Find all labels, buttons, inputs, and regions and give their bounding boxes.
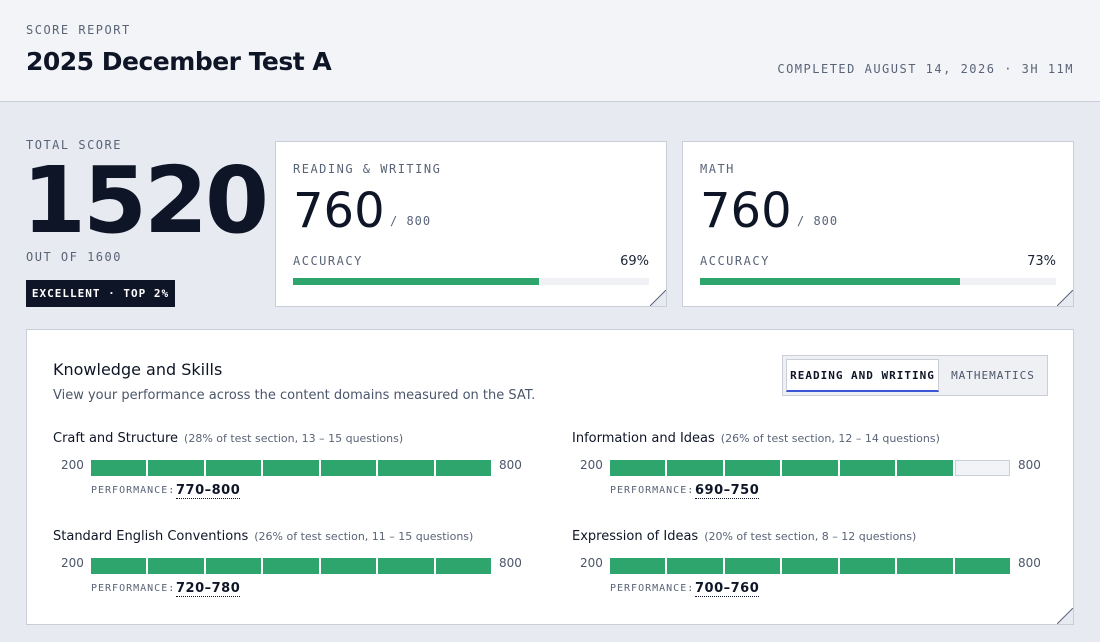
domain-meta: (26% of test section, 11 – 15 questions) — [254, 530, 474, 543]
tab-reading-writing[interactable]: READING AND WRITING — [786, 359, 939, 392]
performance-segment — [148, 558, 204, 574]
scale-max: 800 — [1018, 556, 1041, 570]
performance-segment — [263, 558, 319, 574]
accuracy-value: 73% — [1027, 254, 1056, 269]
performance-range[interactable]: 770–800 — [176, 483, 241, 499]
performance-segment — [839, 460, 896, 476]
performance-label: PERFORMANCE: — [91, 485, 176, 496]
performance-segment — [897, 558, 953, 574]
section-max: / 800 — [390, 214, 432, 228]
performance-range[interactable]: 720–780 — [176, 581, 241, 597]
performance-label: PERFORMANCE: — [610, 583, 695, 594]
scale-max: 800 — [1018, 458, 1041, 472]
accuracy-label: ACCURACY — [293, 254, 363, 268]
accuracy-bar — [700, 278, 1056, 285]
section-label: MATH — [700, 162, 735, 176]
domain-craft-structure: Craft and Structure (28% of test section,… — [53, 431, 522, 511]
performance-segment — [148, 460, 204, 476]
performance-segment — [954, 460, 1010, 476]
domain-meta: (28% of test section, 13 – 15 questions) — [184, 432, 404, 445]
corner-fold-icon — [1057, 608, 1073, 624]
domain-performance-bar — [610, 558, 1010, 574]
accuracy-bar-fill — [700, 278, 960, 285]
performance-segment — [724, 460, 781, 476]
performance-segment — [667, 460, 723, 476]
domain-standard-english: Standard English Conventions (26% of test… — [53, 529, 522, 609]
test-title: 2025 December Test A — [26, 47, 332, 76]
domain-performance-bar — [91, 558, 491, 574]
performance-range[interactable]: 690–750 — [695, 483, 760, 499]
performance-segment — [782, 558, 838, 574]
performance-segment — [610, 460, 666, 476]
domain-name: Information and Ideas — [572, 431, 715, 446]
reading-writing-card: READING & WRITING 760 / 800 ACCURACY 69% — [275, 141, 667, 307]
section-score: 760 — [293, 183, 385, 239]
performance-segment — [897, 460, 953, 476]
corner-fold-icon — [650, 290, 666, 306]
knowledge-title: Knowledge and Skills — [53, 360, 223, 379]
math-card: MATH 760 / 800 ACCURACY 73% — [682, 141, 1074, 307]
completion-info: COMPLETED AUGUST 14, 2026 · 3H 11M — [777, 62, 1074, 76]
domain-name: Expression of Ideas — [572, 529, 699, 544]
accuracy-label: ACCURACY — [700, 254, 770, 268]
scale-min: 200 — [580, 556, 603, 570]
tab-mathematics[interactable]: MATHEMATICS — [941, 359, 1045, 392]
percentile-badge: EXCELLENT · TOP 2% — [26, 280, 175, 307]
knowledge-subtitle: View your performance across the content… — [53, 388, 536, 403]
performance-label: PERFORMANCE: — [610, 485, 695, 496]
section-tabs: READING AND WRITING MATHEMATICS — [782, 355, 1048, 396]
performance-segment — [378, 460, 434, 476]
accuracy-value: 69% — [620, 254, 649, 269]
performance-segment — [435, 460, 491, 476]
domain-name: Craft and Structure — [53, 431, 179, 446]
performance-segment — [782, 460, 838, 476]
performance-segment — [954, 558, 1010, 574]
domain-performance-bar — [91, 460, 491, 476]
performance-segment — [378, 558, 434, 574]
performance-segment — [610, 558, 666, 574]
section-score: 760 — [700, 183, 792, 239]
performance-segment — [263, 460, 319, 476]
performance-segment — [724, 558, 781, 574]
accuracy-bar — [293, 278, 649, 285]
performance-segment — [91, 558, 147, 574]
section-max: / 800 — [797, 214, 839, 228]
performance-segment — [320, 460, 377, 476]
performance-segment — [320, 558, 377, 574]
scale-max: 800 — [499, 458, 522, 472]
performance-segment — [839, 558, 896, 574]
performance-segment — [205, 460, 262, 476]
performance-segment — [91, 460, 147, 476]
performance-segment — [667, 558, 723, 574]
total-out-of: OUT OF 1600 — [26, 250, 122, 264]
scale-min: 200 — [580, 458, 603, 472]
accuracy-bar-fill — [293, 278, 539, 285]
domain-meta: (20% of test section, 8 – 12 questions) — [704, 530, 917, 543]
scale-max: 800 — [499, 556, 522, 570]
domain-expression-ideas: Expression of Ideas (20% of test section,… — [572, 529, 1041, 609]
domain-name: Standard English Conventions — [53, 529, 249, 544]
total-score: 1520 — [22, 147, 269, 254]
domain-information-ideas: Information and Ideas (26% of test sectio… — [572, 431, 1041, 511]
section-label: READING & WRITING — [293, 162, 442, 176]
report-header: SCORE REPORT 2025 December Test A COMPLE… — [0, 0, 1100, 102]
report-eyebrow: SCORE REPORT — [26, 23, 131, 37]
knowledge-skills-panel: Knowledge and Skills View your performan… — [26, 329, 1074, 625]
performance-segment — [435, 558, 491, 574]
performance-label: PERFORMANCE: — [91, 583, 176, 594]
scale-min: 200 — [61, 556, 84, 570]
scale-min: 200 — [61, 458, 84, 472]
domain-meta: (26% of test section, 12 – 14 questions) — [720, 432, 940, 445]
domain-performance-bar — [610, 460, 1010, 476]
performance-segment — [205, 558, 262, 574]
performance-range[interactable]: 700–760 — [695, 581, 760, 597]
corner-fold-icon — [1057, 290, 1073, 306]
